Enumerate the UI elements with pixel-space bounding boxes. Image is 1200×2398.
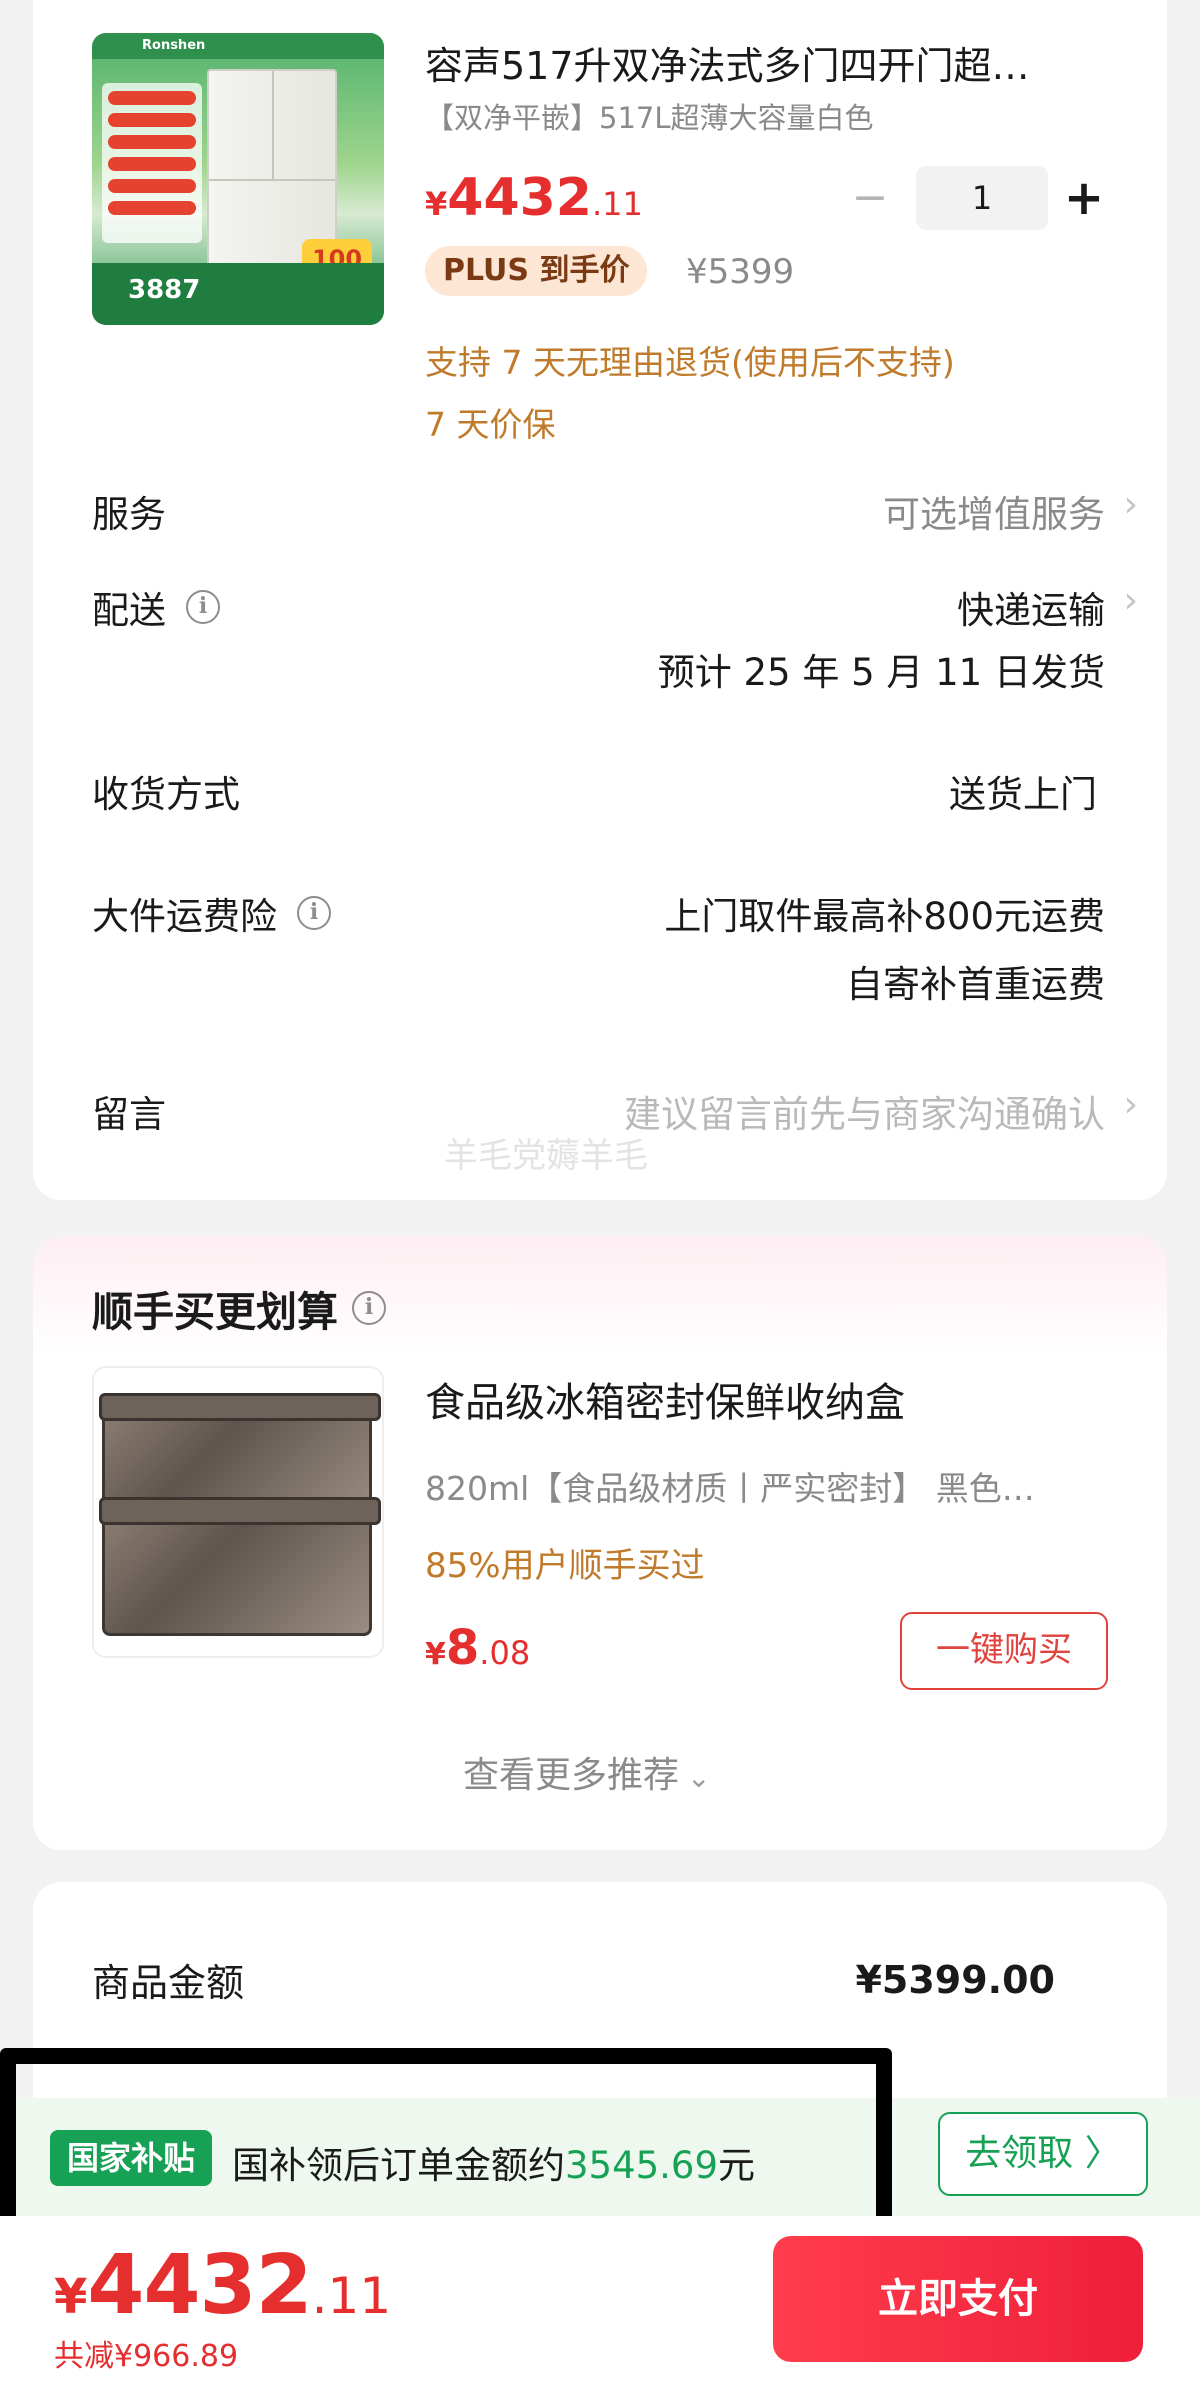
freight-insurance-label-text: 大件运费险: [92, 895, 277, 938]
message-label-text: 留言: [92, 1093, 166, 1136]
freight-insurance-label: 大件运费险 i: [92, 886, 331, 940]
national-subsidy-tag: 国家补贴: [50, 2130, 212, 2186]
pay-now-button[interactable]: 立即支付: [773, 2236, 1143, 2362]
recommend-item-price: ¥8.08: [425, 1620, 530, 1676]
quantity-input[interactable]: 1: [916, 166, 1048, 230]
national-subsidy-text: 国补领后订单金额约3545.69元: [232, 2135, 755, 2189]
delivery-estimate: 预计 25 年 5 月 11 日发货: [657, 651, 1105, 694]
chevron-right-icon[interactable]: ›: [1124, 484, 1138, 525]
product-image-price: 3887: [92, 263, 384, 325]
subsidy-amount: 3545.69: [565, 2144, 719, 2187]
recommend-price-decimal: .08: [479, 1634, 531, 1672]
product-price-decimal: .11: [592, 185, 643, 223]
return-policy-text: 支持 7 天无理由退货(使用后不支持): [425, 343, 955, 382]
receive-method-value: 送货上门: [949, 773, 1097, 816]
delivery-label: 配送 i: [92, 580, 220, 634]
info-icon[interactable]: i: [352, 1291, 386, 1325]
total-discount: 共减¥966.89: [54, 2339, 239, 2374]
product-title[interactable]: 容声517升双净法式多门四开门超…: [425, 35, 1075, 90]
delivery-value[interactable]: 快递运输: [957, 580, 1105, 634]
see-more-label: 查看更多推荐: [463, 1755, 680, 1796]
delivery-label-text: 配送: [92, 589, 166, 632]
freight-insurance-value-2: 自寄补首重运费: [846, 963, 1105, 1006]
receive-method-label-text: 收货方式: [92, 773, 240, 816]
product-price-integer: 4432: [447, 168, 592, 228]
message-input[interactable]: 建议留言前先与商家沟通确认: [624, 1084, 1105, 1138]
total-price-integer: 4432: [87, 2238, 312, 2333]
recommend-price-integer: 8: [445, 1620, 480, 1676]
recommend-title: 顺手买更划算 i: [92, 1278, 386, 1338]
claim-subsidy-button[interactable]: 去领取 〉: [938, 2112, 1148, 2196]
product-image-brand: Ronshen: [92, 33, 384, 59]
receive-method-label: 收货方式: [92, 764, 240, 818]
freight-insurance-value-1: 上门取件最高补800元运费: [664, 895, 1105, 938]
message-label: 留言: [92, 1084, 166, 1138]
recommend-title-text: 顺手买更划算: [92, 1288, 338, 1336]
chevron-right-icon[interactable]: ›: [1124, 580, 1138, 621]
product-image[interactable]: Ronshen 100 3887: [92, 33, 384, 325]
container-box-bottom: [99, 1497, 381, 1636]
recommend-price-symbol: ¥: [425, 1637, 446, 1672]
quantity-stepper: − 1 +: [850, 166, 1106, 230]
watermark: 羊毛党薅羊毛: [444, 1136, 648, 1176]
subsidy-text-suffix: 元: [718, 2144, 756, 2187]
minus-icon[interactable]: −: [850, 166, 890, 230]
goods-amount-value: ¥5399.00: [855, 1958, 1055, 2002]
goods-amount-label: 商品金额: [92, 1961, 245, 2005]
product-variant[interactable]: 【双净平嵌】517L超薄大容量白色: [425, 95, 874, 137]
product-image-tags: [102, 83, 202, 243]
total-price-decimal: .11: [311, 2267, 392, 2325]
service-value[interactable]: 可选增值服务: [883, 484, 1105, 538]
original-price: ¥5399: [686, 252, 795, 292]
info-icon[interactable]: i: [297, 896, 331, 930]
product-price: ¥4432.11: [425, 168, 643, 228]
price-protect-text: 7 天价保: [425, 405, 556, 444]
chevron-down-icon: ⌄: [687, 1761, 711, 1794]
chevron-right-icon[interactable]: ›: [1124, 1084, 1138, 1125]
recommend-item-name[interactable]: 食品级冰箱密封保鲜收纳盒: [425, 1370, 905, 1428]
plus-icon[interactable]: +: [1062, 166, 1106, 230]
plus-price-badge: PLUS 到手价: [425, 246, 648, 296]
total-price-symbol: ¥: [54, 2269, 88, 2325]
product-price-symbol: ¥: [425, 185, 448, 223]
total-price: ¥4432.11: [54, 2238, 391, 2333]
service-label: 服务: [92, 484, 166, 538]
info-icon[interactable]: i: [186, 590, 220, 624]
recommend-item-image[interactable]: [92, 1366, 384, 1658]
service-label-text: 服务: [92, 493, 166, 536]
one-click-buy-button[interactable]: 一键购买: [900, 1612, 1108, 1690]
recommend-item-stat: 85%用户顺手买过: [425, 1546, 705, 1586]
subsidy-text-prefix: 国补领后订单金额约: [232, 2144, 565, 2187]
see-more-recommend-link[interactable]: 查看更多推荐 ⌄: [463, 1746, 710, 1798]
recommend-item-spec[interactable]: 820ml【食品级材质丨严实密封】 黑色…: [425, 1462, 1115, 1510]
